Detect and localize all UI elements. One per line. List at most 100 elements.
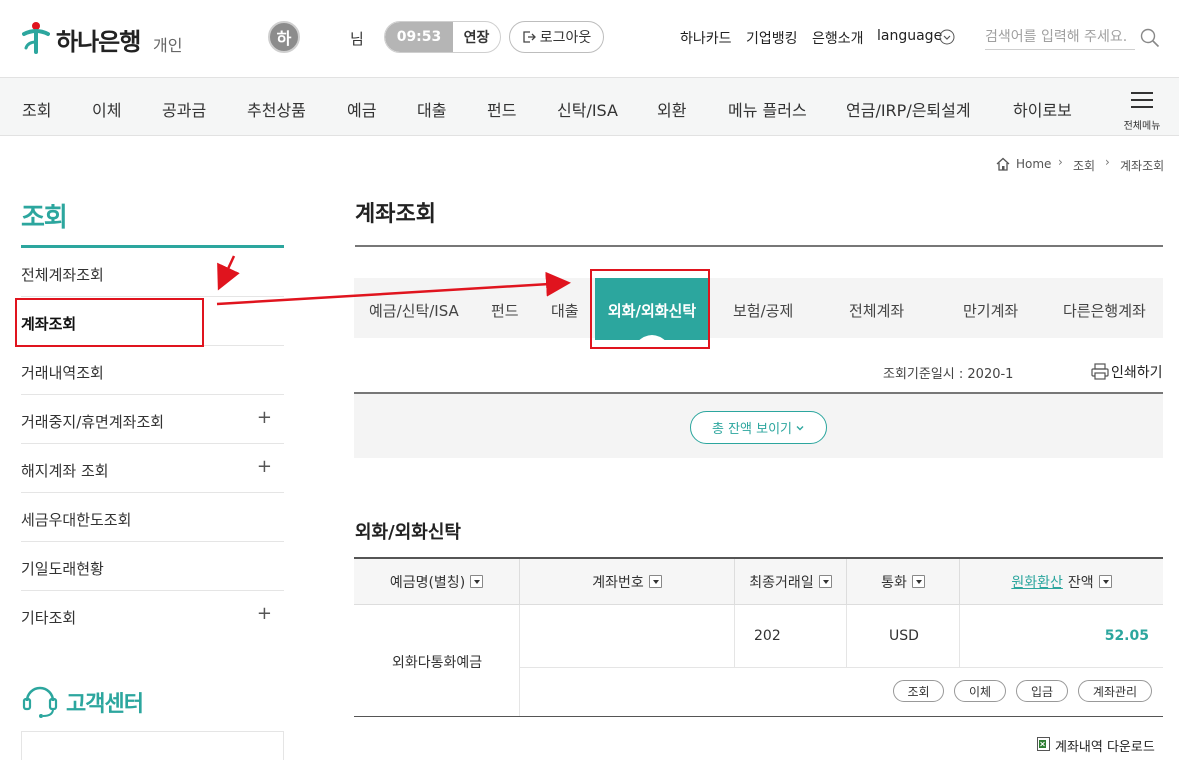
lnb-item-label: 기일도래현황 (21, 560, 104, 578)
session-timer: 09:53 (385, 22, 453, 52)
expand-plus-icon[interactable]: + (257, 407, 272, 428)
th-label: 잔액 (1067, 574, 1094, 591)
gnb-item-deposit[interactable]: 예금 (347, 97, 376, 121)
krw-conversion-link[interactable]: 원화환산 (1011, 572, 1063, 592)
logout-button[interactable]: 로그아웃 (509, 21, 604, 53)
lnb-item-maturity[interactable]: 기일도래현황 (21, 542, 284, 591)
gnb-item-inquiry[interactable]: 조회 (22, 97, 51, 121)
th-account-number[interactable]: 계좌번호 (520, 559, 734, 605)
sort-dropdown-icon[interactable] (911, 575, 925, 588)
home-icon[interactable] (995, 156, 1011, 172)
show-total-balance-label: 총 잔액 보이기 (711, 422, 793, 437)
tab-all-accounts[interactable]: 전체계좌 (849, 300, 904, 321)
tab-other-banks[interactable]: 다른은행계좌 (1063, 300, 1146, 321)
annotation-box (590, 269, 710, 349)
hamburger-menu-icon (1131, 92, 1153, 94)
breadcrumb-inquiry[interactable]: 조회 (1073, 157, 1095, 174)
lnb-item-transactions[interactable]: 거래내역조회 (21, 346, 284, 395)
avatar-icon: 하 (268, 21, 300, 53)
print-button[interactable]: 인쇄하기 (1111, 362, 1163, 382)
all-menu-button[interactable]: 전체메뉴 (1121, 90, 1163, 132)
lnb-item-tax-limit[interactable]: 세금우대한도조회 (21, 493, 284, 542)
util-link-corporate[interactable]: 기업뱅킹 (746, 28, 798, 48)
session-extend-button[interactable]: 연장 (453, 22, 500, 52)
action-deposit-button[interactable]: 입금 (1016, 680, 1068, 702)
lnb-item-closed-accounts[interactable]: 해지계좌 조회 + (21, 444, 284, 493)
gnb-item-recommend[interactable]: 추천상품 (247, 97, 306, 121)
gnb-item-fund[interactable]: 펀드 (487, 97, 516, 121)
tab-loan[interactable]: 대출 (551, 300, 579, 321)
util-link-language[interactable]: language (877, 28, 942, 44)
breadcrumb-current: 계좌조회 (1120, 159, 1165, 173)
action-account-manage-button[interactable]: 계좌관리 (1078, 680, 1152, 702)
sort-dropdown-icon[interactable] (1098, 575, 1112, 588)
gnb-item-pension[interactable]: 연금/IRP/은퇴설계 (846, 97, 971, 121)
lnb-item-label: 기타조회 (21, 609, 77, 627)
customer-center-title: 고객센터 (66, 692, 144, 717)
th-account-name[interactable]: 예금명(별칭) (354, 559, 519, 605)
account-name: 외화다통화예금 (392, 655, 483, 671)
chevron-down-icon (796, 425, 804, 430)
section-title: 외화/외화신탁 (355, 522, 461, 543)
tab-maturity[interactable]: 만기계좌 (963, 300, 1018, 321)
hana-logo-icon[interactable] (22, 20, 50, 54)
sort-dropdown-icon[interactable] (818, 575, 832, 588)
th-label: 통화 (881, 574, 907, 591)
global-nav: 조회 이체 공과금 추천상품 예금 대출 펀드 신탁/ISA 외환 메뉴 플러스… (0, 77, 1179, 136)
user-name-suffix: 님 (350, 30, 364, 48)
page-title: 계좌조회 (355, 202, 436, 227)
util-link-about[interactable]: 은행소개 (812, 28, 864, 48)
lnb-item-label: 전체계좌조회 (21, 266, 104, 284)
headset-icon (22, 686, 58, 718)
search-input[interactable] (985, 24, 1135, 50)
chevron-down-icon[interactable] (939, 29, 955, 45)
th-label: 예금명(별칭) (389, 574, 466, 591)
gnb-item-hairobo[interactable]: 하이로보 (1013, 97, 1072, 121)
th-balance[interactable]: 원화환산 잔액 (960, 559, 1163, 605)
download-history-link[interactable]: 계좌내역 다운로드 (1055, 736, 1155, 755)
breadcrumb-home[interactable]: Home (1016, 157, 1051, 171)
session-timer-group: 09:53 연장 (384, 21, 501, 53)
last-transaction-date: 202 (754, 628, 781, 644)
util-link-hanacard[interactable]: 하나카드 (680, 28, 732, 48)
customer-center-box (21, 731, 284, 760)
th-currency[interactable]: 통화 (847, 559, 959, 605)
gnb-item-bills[interactable]: 공과금 (162, 97, 206, 121)
lnb-title: 조회 (21, 203, 68, 233)
title-divider (355, 245, 1163, 247)
gnb-item-forex[interactable]: 외환 (657, 97, 686, 121)
lnb-item-other[interactable]: 기타조회 + (21, 591, 284, 640)
sort-dropdown-icon[interactable] (648, 575, 662, 588)
logout-icon (523, 31, 536, 43)
th-last-date[interactable]: 최종거래일 (735, 559, 846, 605)
sort-dropdown-icon[interactable] (470, 575, 484, 588)
logo-sub: 개인 (153, 36, 183, 55)
tab-insurance[interactable]: 보험/공제 (733, 300, 793, 321)
expand-plus-icon[interactable]: + (257, 456, 272, 477)
lnb-item-label: 거래내역조회 (21, 364, 104, 382)
gnb-item-menu-plus[interactable]: 메뉴 플러스 (728, 97, 807, 121)
action-inquiry-button[interactable]: 조회 (893, 680, 944, 702)
logo-text[interactable]: 하나은행 (56, 22, 141, 57)
lnb-item-label: 세금우대한도조회 (21, 511, 132, 529)
search-icon[interactable] (1140, 28, 1160, 48)
printer-icon[interactable] (1091, 363, 1109, 380)
lnb-item-label: 해지계좌 조회 (21, 462, 109, 480)
excel-download-icon[interactable] (1037, 737, 1050, 751)
gnb-item-transfer[interactable]: 이체 (92, 97, 121, 121)
tab-deposit-trust-isa[interactable]: 예금/신탁/ISA (369, 300, 459, 321)
annotation-box (15, 298, 204, 347)
tab-fund[interactable]: 펀드 (491, 300, 519, 321)
action-transfer-button[interactable]: 이체 (954, 680, 1006, 702)
expand-plus-icon[interactable]: + (257, 603, 272, 624)
lnb-item-label: 거래중지/휴면계좌조회 (21, 413, 165, 431)
query-date: 조회기준일시 : 2020-12 (883, 367, 1013, 382)
gnb-item-trust-isa[interactable]: 신탁/ISA (557, 97, 618, 121)
all-menu-label: 전체메뉴 (1123, 121, 1161, 132)
gnb-item-loan[interactable]: 대출 (417, 97, 446, 121)
show-total-balance-button[interactable]: 총 잔액 보이기 (690, 411, 827, 444)
currency: USD (889, 628, 919, 644)
lnb-item-all-accounts[interactable]: 전체계좌조회 (21, 248, 284, 297)
lnb-item-dormant[interactable]: 거래중지/휴면계좌조회 + (21, 395, 284, 444)
logout-label: 로그아웃 (539, 30, 592, 46)
